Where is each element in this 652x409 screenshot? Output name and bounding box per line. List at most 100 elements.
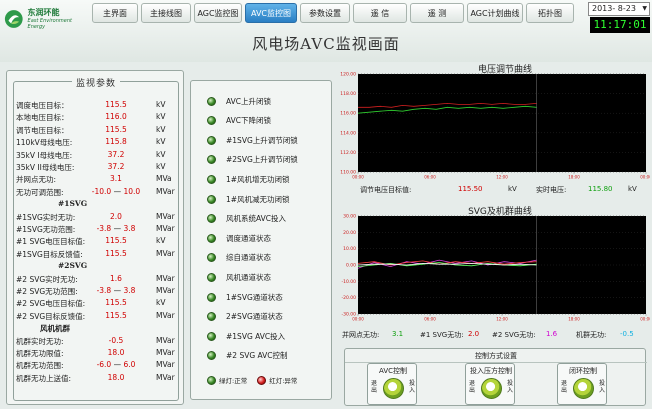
dropdown-arrow-icon[interactable]: ▼ [642, 3, 647, 15]
x-tick-label: 06:00 [424, 175, 436, 180]
plot-area [358, 74, 646, 172]
y-tick-label: 112.00 [340, 150, 356, 156]
grid-reactive-value: 3.1 [392, 330, 404, 338]
y-tick-label: 114.00 [340, 130, 356, 136]
param-value: 18.0 [107, 372, 125, 382]
x-tick-label: 00:00 [352, 175, 364, 180]
param-row: 本地电压目标： 116.0 kV [16, 112, 178, 122]
main-nav: 主界面 主接线图 AGC监控图 AVC监控图 参数设置 遥 信 遥 测 AGC计… [92, 3, 574, 23]
param-section-title: #1SVG [58, 199, 88, 209]
target-voltage-label: 调节电压目标值: [360, 186, 412, 194]
y-tick-label: 120.00 [340, 72, 356, 78]
signal-label: 1#风机减无功闭锁 [226, 194, 290, 204]
param-value: 115.5 [105, 248, 127, 258]
tab-agc-plan[interactable]: AGC计划曲线 [467, 3, 523, 23]
avc-control-box: AVC控制 退出 投入 [367, 363, 417, 405]
y-tick-label: 10.00 [343, 246, 356, 252]
status-light-icon [207, 292, 216, 302]
status-light-icon [207, 253, 216, 263]
signal-label: 风机通道状态 [226, 272, 271, 282]
voltage-readout: 调节电压目标值: 115.50 kV 实时电压: 115.80 kV [360, 185, 650, 195]
signal-row: AVC上升闭锁 [207, 95, 271, 107]
page-title: 风电场AVC监视画面 [252, 35, 400, 53]
actual-voltage-unit: kV [628, 185, 637, 193]
status-light-icon [207, 155, 216, 165]
param-unit: kV [156, 298, 166, 308]
tab-wiring[interactable]: 主接线图 [141, 3, 191, 23]
x-tick-label: 18:00 [568, 317, 580, 322]
param-row: 35kV I母线电压: 37.2 kV [16, 150, 178, 160]
param-value: 115.5 [105, 236, 127, 246]
param-row: 机群无功限值: 18.0 MVar [16, 348, 178, 358]
signal-row: 2#SVG通道状态 [207, 311, 283, 323]
param-range-min: -3.8 [96, 286, 112, 295]
param-row: #2 SVG无功范围: -3.8 — 3.8 MVar [16, 286, 178, 296]
param-unit: kV [156, 137, 166, 147]
param-label: #2 SVG实时无功: [16, 274, 78, 284]
pressure-control-knob[interactable] [481, 378, 502, 399]
param-value: 115.5 [105, 124, 127, 134]
fan-reactive-value: -0.5 [620, 330, 634, 338]
x-tick-label: 00:00 [640, 317, 650, 322]
status-light-icon [207, 272, 216, 282]
svg-fleet-chart: 30.0020.0010.000.00-10.00-20.00-30.0000:… [341, 214, 650, 322]
param-row: 机群实时无功: -0.5 MVar [16, 336, 178, 346]
param-unit: MVar [156, 224, 175, 233]
tab-telemetry[interactable]: 遥 测 [410, 3, 464, 23]
tab-main[interactable]: 主界面 [92, 3, 138, 23]
status-light-icon [207, 174, 216, 184]
red-light-icon [257, 375, 267, 385]
param-value: 18.0 [107, 348, 125, 357]
param-label: #1SVG实时无功: [16, 212, 76, 222]
param-value: 115.5 [105, 298, 127, 308]
param-label: #1SVG目标反馈值: [16, 249, 83, 259]
param-label: 调节电压目标： [16, 125, 69, 135]
param-row: #2 SVG目标反馈值: 115.5 MVar [16, 311, 178, 321]
param-range-min: -6.0 [96, 360, 112, 370]
target-voltage-unit: kV [508, 185, 517, 193]
svg-readout: 并网点无功: 3.1 #1 SVG无功: 2.0 #2 SVG无功: 1.6 机… [342, 330, 648, 340]
signal-label: #2SVG上升调节闭锁 [226, 155, 298, 165]
closed-loop-enable-label: 投入 [599, 380, 606, 394]
param-value: 115.8 [105, 137, 127, 147]
signal-label: AVC上升闭锁 [226, 96, 272, 106]
x-tick-label: 00:00 [640, 175, 650, 180]
date-picker[interactable]: 2013- 8-23 ▼ [588, 2, 650, 16]
legend-abnormal-label: 红灯:异常 [269, 377, 298, 385]
param-range: -10.0 — 10.0 [91, 186, 141, 196]
tab-telesignal[interactable]: 遥 信 [353, 3, 407, 23]
param-row: 调节电压目标： 115.5 kV [16, 125, 178, 135]
tab-agc-monitor[interactable]: AGC监控图 [194, 3, 242, 23]
signal-label: AVC下降闭锁 [226, 116, 272, 126]
avc-control-knob[interactable] [383, 378, 404, 399]
param-unit: MVar [156, 273, 175, 283]
y-tick-label: 118.00 [340, 91, 356, 97]
param-row: #1SVG实时无功: 2.0 MVar [16, 212, 178, 222]
param-row: 调度电压目标： 115.5 kV [16, 100, 178, 110]
param-range-min: -10.0 [91, 186, 112, 196]
closed-loop-control-title: 闭环控制 [569, 367, 597, 375]
closed-loop-exit-label: 退出 [561, 380, 568, 394]
param-row: 无功可调范围: -10.0 — 10.0 MVar [16, 187, 178, 197]
tab-avc-monitor[interactable]: AVC监控图 [245, 3, 297, 23]
param-row: #2 SVG实时无功: 1.6 MVar [16, 274, 178, 284]
param-unit: kV [156, 236, 166, 246]
target-voltage-value: 115.50 [458, 185, 483, 193]
signal-row: #2SVG上升调节闭锁 [207, 154, 298, 166]
closed-loop-control-knob[interactable] [573, 378, 594, 399]
green-light-icon [207, 375, 216, 385]
signal-row: 风机系统AVC投入 [207, 213, 286, 225]
tab-parameters[interactable]: 参数设置 [300, 3, 350, 23]
legend-abnormal: 红灯:异常 [257, 375, 297, 385]
svg1-reactive-value: 2.0 [468, 330, 480, 338]
tab-topology[interactable]: 拓扑图 [526, 3, 574, 23]
header-bar: 东润环能 East Environment Energy 主界面 主接线图 AG… [0, 0, 652, 62]
param-label: 110kV母线电压: [16, 138, 73, 148]
signal-label: 1#SVG通道状态 [226, 292, 283, 302]
brand-logo: 东润环能 East Environment Energy [4, 4, 84, 34]
voltage-chart: 120.00118.00116.00114.00112.00110.0000:0… [340, 72, 650, 180]
param-unit: MVar [156, 348, 175, 357]
signal-row: #1SVG AVC投入 [207, 330, 285, 342]
avc-exit-label: 退出 [371, 380, 378, 394]
param-unit: MVar [156, 286, 175, 295]
